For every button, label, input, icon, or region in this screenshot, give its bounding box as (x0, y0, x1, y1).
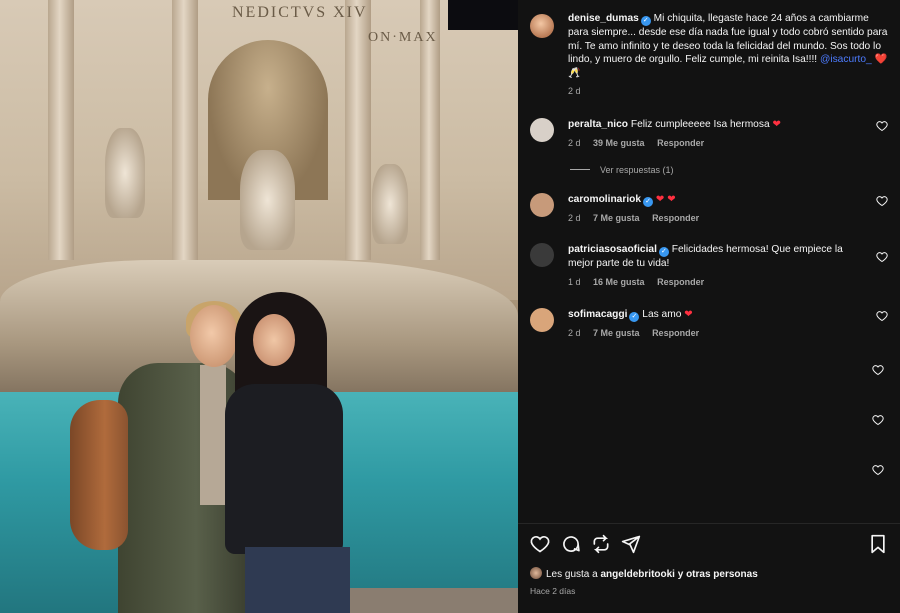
liked-by-prefix: Les gusta a (546, 569, 598, 580)
liker-avatar (530, 567, 542, 579)
liked-by-line[interactable]: Les gusta a angeldebritooki y otras pers… (530, 567, 758, 580)
post-actions-bar: Les gusta a angeldebritooki y otras pers… (518, 523, 900, 613)
view-replies-label: Ver respuestas (1) (600, 165, 674, 175)
comments-panel: denise_dumas ✓ Mi chiquita, llegaste hace… (518, 0, 900, 613)
comment-text: Feliz cumpleeeee Isa hermosa (630, 119, 770, 130)
comment-time: 2 d (568, 328, 581, 338)
verified-badge-icon: ✓ (640, 16, 651, 26)
reply-button[interactable]: Responder (657, 277, 704, 287)
comment-username[interactable]: peralta_nico (568, 119, 628, 130)
commenter-avatar[interactable] (530, 243, 554, 267)
post-timestamp: Hace 2 días (530, 586, 576, 596)
reply-button[interactable]: Responder (652, 213, 699, 223)
comment-likes[interactable]: 39 Me gusta (593, 138, 645, 148)
comment-username[interactable]: caromolinariok (568, 194, 641, 205)
verified-badge-icon: ✓ (658, 247, 669, 257)
view-replies-button[interactable]: Ver respuestas (1) (570, 165, 674, 175)
handbag (70, 400, 128, 550)
person-right (225, 292, 350, 613)
author-username[interactable]: denise_dumas (568, 13, 639, 24)
commenter-avatar[interactable] (530, 308, 554, 332)
comment-emoji: ❤ ❤ (655, 194, 676, 205)
comment-like-icon[interactable] (876, 251, 888, 263)
comment-time: 2 d (568, 213, 581, 223)
comments-scroll-area[interactable]: denise_dumas ✓ Mi chiquita, llegaste hace… (518, 0, 900, 520)
comment-likes[interactable]: 7 Me gusta (593, 328, 640, 338)
comment-time: 1 d (568, 276, 581, 287)
comment-like-icon[interactable] (876, 310, 888, 322)
comment-item: sofimacaggi ✓ Las amo ❤ 2 d 7 Me gusta Re… (530, 308, 892, 338)
comment-like-icon[interactable] (876, 120, 888, 132)
inscription-text: NEDICTVS XIV (232, 4, 368, 21)
comment-username[interactable]: patriciasosaoficial (568, 244, 657, 255)
heart-outline-icon[interactable] (530, 534, 550, 554)
commenter-avatar[interactable] (530, 118, 554, 142)
caption-time: 2 d (568, 86, 581, 96)
comment-like-icon[interactable] (876, 195, 888, 207)
comment-text: Las amo (642, 309, 682, 320)
post-caption: denise_dumas ✓ Mi chiquita, llegaste hace… (530, 12, 890, 96)
comment-likes[interactable]: 16 Me gusta (593, 277, 645, 287)
verified-badge-icon: ✓ (643, 197, 654, 207)
comment-item: patriciasosaoficial ✓ Felicidades hermosa… (530, 243, 892, 287)
post-photo[interactable]: NEDICTVS XIV ON·MAX (0, 0, 518, 613)
comment-like-icon[interactable] (872, 364, 884, 376)
commenter-avatar[interactable] (530, 193, 554, 217)
reply-button[interactable]: Responder (652, 328, 699, 338)
comment-username[interactable]: sofimacaggi (568, 309, 627, 320)
comment-emoji: ❤ (684, 309, 693, 320)
caption-mention[interactable]: @isacurto_ (820, 54, 872, 65)
comment-likes[interactable]: 7 Me gusta (593, 213, 640, 223)
bookmark-icon[interactable] (868, 534, 888, 554)
author-avatar[interactable] (530, 14, 554, 38)
verified-badge-icon: ✓ (629, 312, 640, 322)
inscription-text-right: ON·MAX (368, 30, 438, 45)
liked-by-others[interactable]: otras personas (686, 569, 758, 580)
fountain-facade: NEDICTVS XIV ON·MAX (0, 0, 518, 300)
comment-emoji: ❤ (772, 119, 781, 130)
reply-button[interactable]: Responder (657, 138, 704, 148)
share-icon[interactable] (621, 534, 641, 554)
comment-time: 2 d (568, 137, 581, 148)
comment-like-icon[interactable] (872, 464, 884, 476)
comment-item: caromolinariok ✓ ❤ ❤ 2 d 7 Me gusta Respo… (530, 193, 892, 223)
comment-item: peralta_nico Feliz cumpleeeee Isa hermos… (530, 118, 892, 148)
comment-like-icon[interactable] (872, 414, 884, 426)
repost-icon[interactable] (591, 534, 611, 554)
liked-by-user[interactable]: angeldebritooki (601, 569, 675, 580)
comment-icon[interactable] (561, 534, 581, 554)
liked-by-suffix: y (677, 569, 684, 580)
